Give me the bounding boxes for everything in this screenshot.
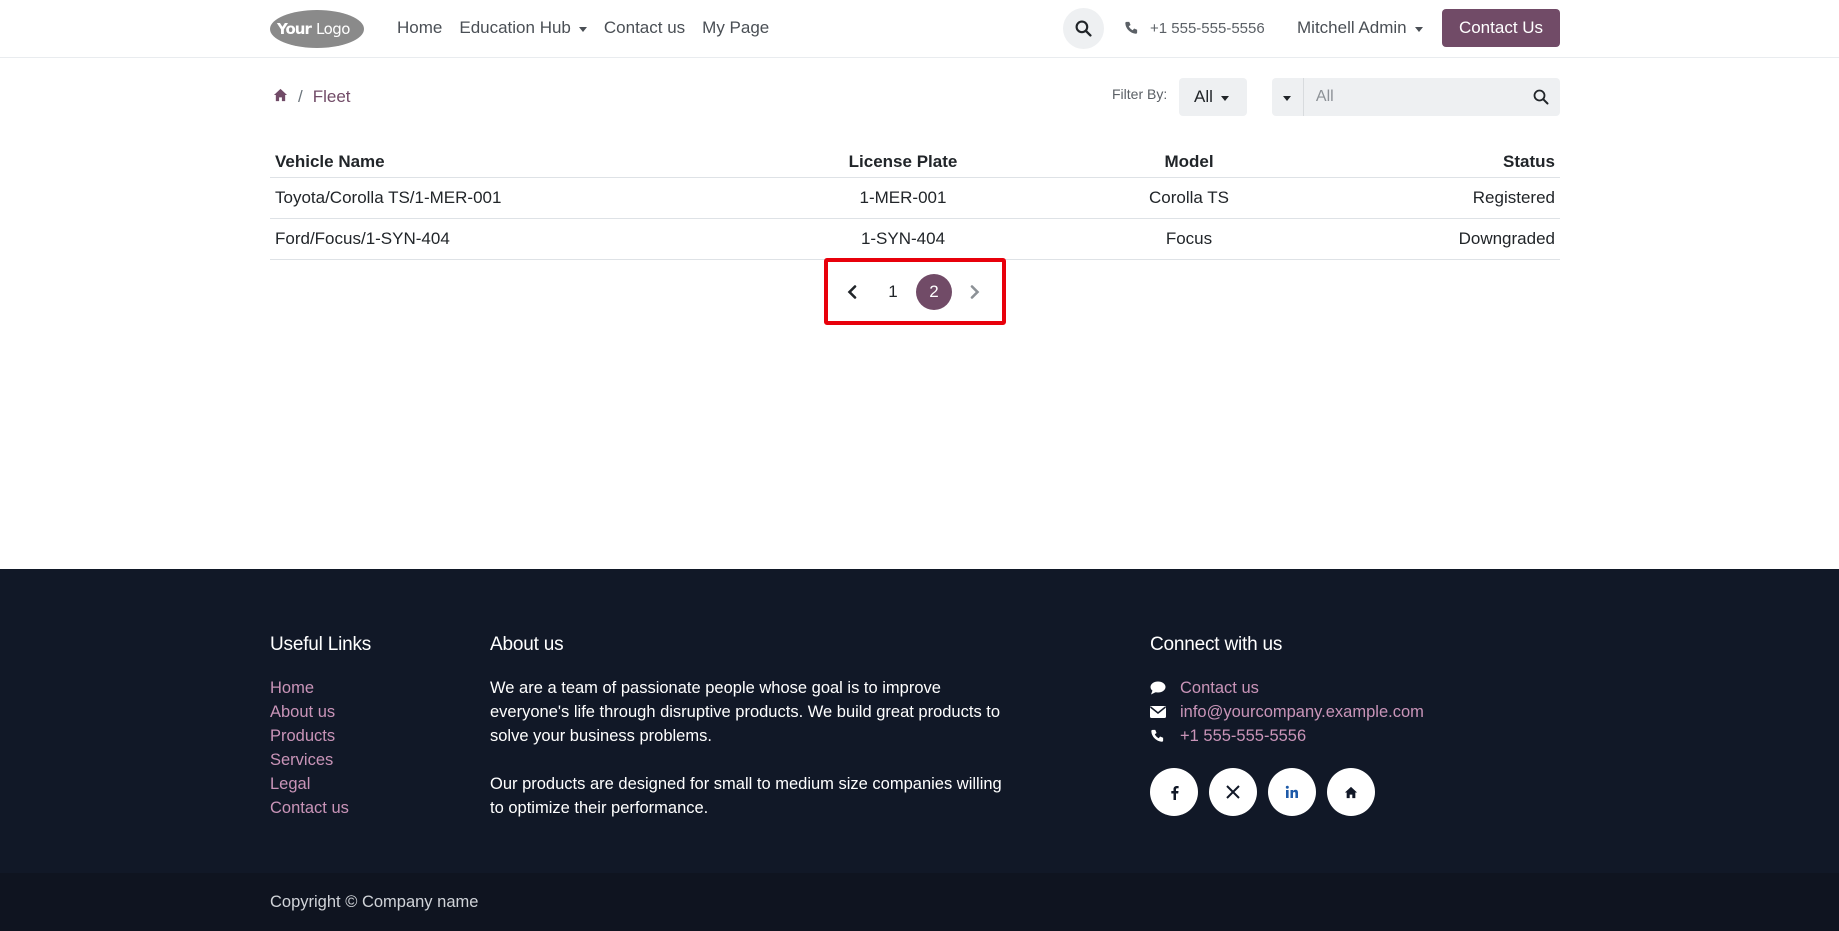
footer-phone-link[interactable]: +1 555-555-5556 xyxy=(1150,724,1424,748)
footer-link-services[interactable]: Services xyxy=(270,748,371,772)
header-model: Model xyxy=(1164,151,1214,171)
cell-model: Corolla TS xyxy=(1149,188,1229,207)
logo[interactable]: Your Logo xyxy=(269,9,365,49)
filter-value: All xyxy=(1194,87,1213,106)
user-name: Mitchell Admin xyxy=(1297,18,1407,37)
home-icon[interactable] xyxy=(273,87,288,107)
linkedin-button[interactable] xyxy=(1268,768,1316,816)
nav-my-page[interactable]: My Page xyxy=(702,18,769,38)
footer-link-contact[interactable]: Contact us xyxy=(270,796,371,820)
footer-about: About us We are a team of passionate peo… xyxy=(490,634,1010,844)
footer-email-label: info@yourcompany.example.com xyxy=(1180,703,1424,721)
x-button[interactable] xyxy=(1209,768,1257,816)
main-nav: Home Education Hub Contact us My Page xyxy=(397,0,786,56)
website-button[interactable] xyxy=(1327,768,1375,816)
home-icon xyxy=(1344,786,1358,798)
social-links xyxy=(1150,768,1424,816)
chevron-down-icon xyxy=(1414,26,1423,32)
footer-about-title: About us xyxy=(490,634,564,655)
footer-contact-label: Contact us xyxy=(1180,679,1259,697)
phone-icon xyxy=(1124,21,1138,35)
search-icon xyxy=(1075,20,1092,37)
nav-contact-us[interactable]: Contact us xyxy=(604,18,685,38)
header-vehicle-name: Vehicle Name xyxy=(275,151,385,171)
svg-text:Logo: Logo xyxy=(316,20,350,38)
cell-model: Focus xyxy=(1165,229,1213,248)
facebook-button[interactable] xyxy=(1150,768,1198,816)
pagination-next-button[interactable] xyxy=(957,274,993,310)
breadcrumb: / Fleet xyxy=(273,84,351,110)
header: Your Logo Home Education Hub Contact us … xyxy=(0,0,1839,58)
search-input[interactable] xyxy=(1303,78,1523,116)
fleet-table: Vehicle Name License Plate Model Status … xyxy=(270,146,1560,260)
footer-link-home[interactable]: Home xyxy=(270,676,371,700)
chevron-down-icon xyxy=(578,26,587,32)
pagination-page-2[interactable]: 2 xyxy=(916,274,952,310)
cell-license-plate: 1-SYN-404 xyxy=(860,229,946,248)
footer-contact-link[interactable]: Contact us xyxy=(1150,676,1424,700)
pagination-page-1[interactable]: 1 xyxy=(875,274,911,310)
nav-education-hub[interactable]: Education Hub xyxy=(459,18,587,38)
copyright-bar: Copyright © Company name xyxy=(0,873,1839,931)
chevron-down-icon xyxy=(1220,95,1229,101)
chevron-down-icon xyxy=(1283,95,1292,101)
pagination-prev-button[interactable] xyxy=(834,274,870,310)
search-icon xyxy=(1534,89,1549,105)
cell-status: Registered xyxy=(1472,188,1555,207)
copyright-text: Copyright © Company name xyxy=(270,893,479,911)
nav-home[interactable]: Home xyxy=(397,18,442,38)
cell-status: Downgraded xyxy=(1458,229,1555,248)
svg-text:Your: Your xyxy=(276,20,312,38)
search-bar xyxy=(1272,78,1560,116)
footer-connect-title: Connect with us xyxy=(1150,634,1283,655)
nav-education-hub-label: Education Hub xyxy=(459,18,571,37)
footer-link-legal[interactable]: Legal xyxy=(270,772,371,796)
x-icon xyxy=(1226,785,1240,799)
linkedin-icon xyxy=(1285,785,1298,798)
filter-dropdown[interactable]: All xyxy=(1179,78,1247,116)
header-phone[interactable]: +1 555-555-5556 xyxy=(1124,0,1265,56)
footer-phone-label: +1 555-555-5556 xyxy=(1180,727,1307,745)
table-header: Vehicle Name License Plate Model Status xyxy=(270,146,1560,178)
contact-us-button[interactable]: Contact Us xyxy=(1442,9,1560,47)
header-search-button[interactable] xyxy=(1063,8,1104,49)
cell-vehicle-name: Ford/Focus/1-SYN-404 xyxy=(275,229,450,248)
footer-useful-links: Useful Links Home About us Products Serv… xyxy=(270,634,371,820)
envelope-icon xyxy=(1150,706,1180,718)
footer-about-text-1: We are a team of passionate people whose… xyxy=(490,679,1001,745)
search-submit-button[interactable] xyxy=(1523,78,1560,116)
footer-links-title: Useful Links xyxy=(270,634,372,655)
chevron-right-icon xyxy=(970,285,980,299)
comment-icon xyxy=(1150,681,1180,695)
table-row[interactable]: Toyota/Corolla TS/1-MER-001 1-MER-001 Co… xyxy=(270,178,1560,219)
footer-email-link[interactable]: info@yourcompany.example.com xyxy=(1150,700,1424,724)
header-phone-number: +1 555-555-5556 xyxy=(1150,19,1265,37)
breadcrumb-current[interactable]: Fleet xyxy=(313,87,351,107)
footer: Useful Links Home About us Products Serv… xyxy=(0,569,1839,873)
cell-license-plate: 1-MER-001 xyxy=(859,188,947,207)
header-license-plate: License Plate xyxy=(848,151,958,171)
header-status: Status xyxy=(1503,151,1555,171)
filter-label: Filter By: xyxy=(1112,86,1168,102)
cell-vehicle-name: Toyota/Corolla TS/1-MER-001 xyxy=(275,188,502,207)
footer-about-text-2: Our products are designed for small to m… xyxy=(490,775,1002,817)
footer-link-about[interactable]: About us xyxy=(270,700,371,724)
user-menu[interactable]: Mitchell Admin xyxy=(1297,0,1423,56)
footer-link-products[interactable]: Products xyxy=(270,724,371,748)
search-options-dropdown[interactable] xyxy=(1272,78,1304,116)
pagination: 1 2 xyxy=(834,274,998,310)
phone-icon xyxy=(1150,729,1180,743)
chevron-left-icon xyxy=(847,285,857,299)
footer-connect: Connect with us Contact us info@yourcomp… xyxy=(1150,634,1424,816)
facebook-icon xyxy=(1170,785,1179,800)
breadcrumb-separator: / xyxy=(298,87,303,106)
table-row[interactable]: Ford/Focus/1-SYN-404 1-SYN-404 Focus Dow… xyxy=(270,219,1560,260)
